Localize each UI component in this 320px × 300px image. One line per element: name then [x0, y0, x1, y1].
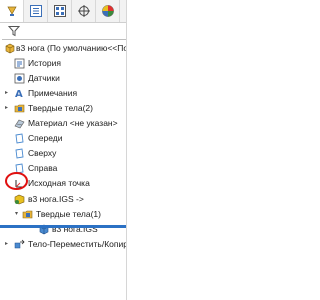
solid-bodies-folder-icon: [22, 209, 33, 220]
tree-item-sensors[interactable]: Датчики: [0, 71, 126, 86]
manager-tabs: [0, 0, 126, 23]
filter-icon[interactable]: [7, 25, 21, 37]
plane-icon: [14, 148, 25, 159]
displaymanager-tab[interactable]: [96, 0, 120, 22]
tree-item-imported-feature-label: в3 нога.IGS ->: [28, 194, 84, 204]
annotation-circle: [5, 172, 28, 190]
history-icon: [14, 58, 25, 69]
tree-item-material[interactable]: Материал <не указан>: [0, 116, 126, 131]
configurationmanager-tab[interactable]: [48, 0, 72, 22]
move-copy-body-icon: [14, 239, 25, 250]
tree-item-solid-bodies[interactable]: ▸ Твердые тела(2): [0, 101, 126, 116]
tree-item-imported-solid-bodies-label: Твердые тела(1): [36, 209, 101, 219]
tree-item-sensors-label: Датчики: [28, 73, 60, 83]
graphics-area[interactable]: [127, 0, 275, 300]
expand-arrow-icon[interactable]: ▸: [5, 105, 10, 111]
tree-item-imported-solid-bodies[interactable]: ▾ Твердые тела(1): [0, 207, 126, 222]
tree-item-root[interactable]: в3 нога (По умолчанию<<По: [0, 41, 129, 56]
svg-text:A: A: [15, 89, 23, 99]
tree-item-front-plane[interactable]: Спереди: [0, 131, 126, 146]
tree-item-root-label: в3 нога (По умолчанию<<По: [16, 43, 129, 53]
notes-icon: A: [14, 88, 25, 100]
featuremanager-icon: [5, 4, 19, 18]
feature-tree: в3 нога (По умолчанию<<По История Датчик…: [0, 40, 137, 252]
tree-item-front-plane-label: Спереди: [28, 133, 63, 143]
tree-item-origin-label: Исходная точка: [28, 178, 90, 188]
sensors-icon: [14, 73, 25, 84]
tree-item-move-feature[interactable]: ▸ Тело-Переместить/Копиров: [0, 237, 137, 252]
featuremanager-tab[interactable]: [0, 0, 24, 22]
rollback-bar[interactable]: [0, 225, 126, 228]
propertymanager-tab[interactable]: [24, 0, 48, 22]
dimxpert-tab[interactable]: [72, 0, 96, 22]
filter-row: [0, 23, 126, 39]
tree-item-right-plane-label: Справа: [28, 163, 58, 173]
propertymanager-icon: [29, 4, 43, 18]
collapse-arrow-icon[interactable]: ▾: [15, 211, 20, 217]
tree-item-history[interactable]: История: [0, 56, 126, 71]
tree-item-history-label: История: [28, 58, 61, 68]
dimxpert-icon: [77, 4, 91, 18]
plane-icon: [14, 133, 25, 144]
tree-item-top-plane-label: Сверху: [28, 148, 57, 158]
tree-item-notes[interactable]: ▸ A Примечания: [0, 86, 126, 101]
tree-item-solid-bodies-label: Твердые тела(2): [28, 103, 93, 113]
tree-item-imported-feature[interactable]: в3 нога.IGS ->: [0, 192, 126, 207]
configurationmanager-icon: [53, 4, 67, 18]
imported-feature-icon: [14, 194, 25, 205]
material-icon: [14, 118, 25, 129]
displaymanager-icon: [101, 4, 115, 18]
tree-item-top-plane[interactable]: Сверху: [0, 146, 126, 161]
tree-item-notes-label: Примечания: [28, 88, 78, 98]
solid-bodies-folder-icon: [14, 103, 25, 114]
expand-arrow-icon[interactable]: ▸: [5, 90, 10, 96]
expand-arrow-icon[interactable]: ▸: [5, 241, 10, 247]
part-icon: [4, 43, 15, 54]
featuremanager-panel: в3 нога (По умолчанию<<По История Датчик…: [0, 0, 137, 300]
tree-item-material-label: Материал <не указан>: [28, 118, 118, 128]
tree-item-move-feature-label: Тело-Переместить/Копиров: [28, 239, 138, 249]
